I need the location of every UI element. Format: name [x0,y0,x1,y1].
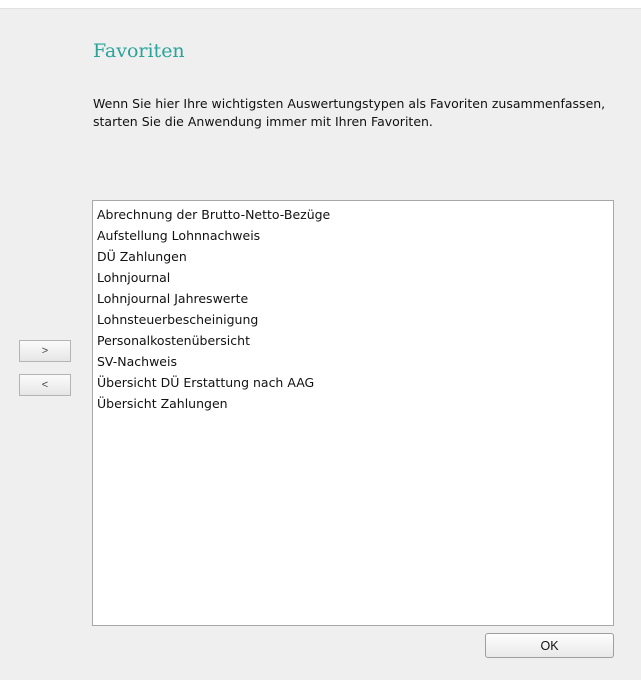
list-item[interactable]: Übersicht Zahlungen [93,393,613,414]
list-item[interactable]: Aufstellung Lohnnachweis [93,225,613,246]
dialog-title: Favoriten [93,40,185,62]
list-item[interactable]: Personalkostenübersicht [93,330,613,351]
dialog-description: Wenn Sie hier Ihre wichtigsten Auswertun… [93,96,606,129]
list-item[interactable]: Abrechnung der Brutto-Netto-Bezüge [93,204,613,225]
list-item[interactable]: Übersicht DÜ Erstattung nach AAG [93,372,613,393]
remove-from-favorites-button[interactable]: < [19,374,71,396]
list-item[interactable]: Lohnsteuerbescheinigung [93,309,613,330]
favorites-dialog: Favoriten Wenn Sie hier Ihre wichtigsten… [0,8,641,680]
list-item[interactable]: Lohnjournal [93,267,613,288]
add-to-favorites-button[interactable]: > [19,340,71,362]
list-item[interactable]: DÜ Zahlungen [93,246,613,267]
list-item[interactable]: Lohnjournal Jahreswerte [93,288,613,309]
report-type-list[interactable]: Abrechnung der Brutto-Netto-Bezüge Aufst… [92,200,614,626]
list-item[interactable]: SV-Nachweis [93,351,613,372]
ok-button[interactable]: OK [485,633,614,658]
